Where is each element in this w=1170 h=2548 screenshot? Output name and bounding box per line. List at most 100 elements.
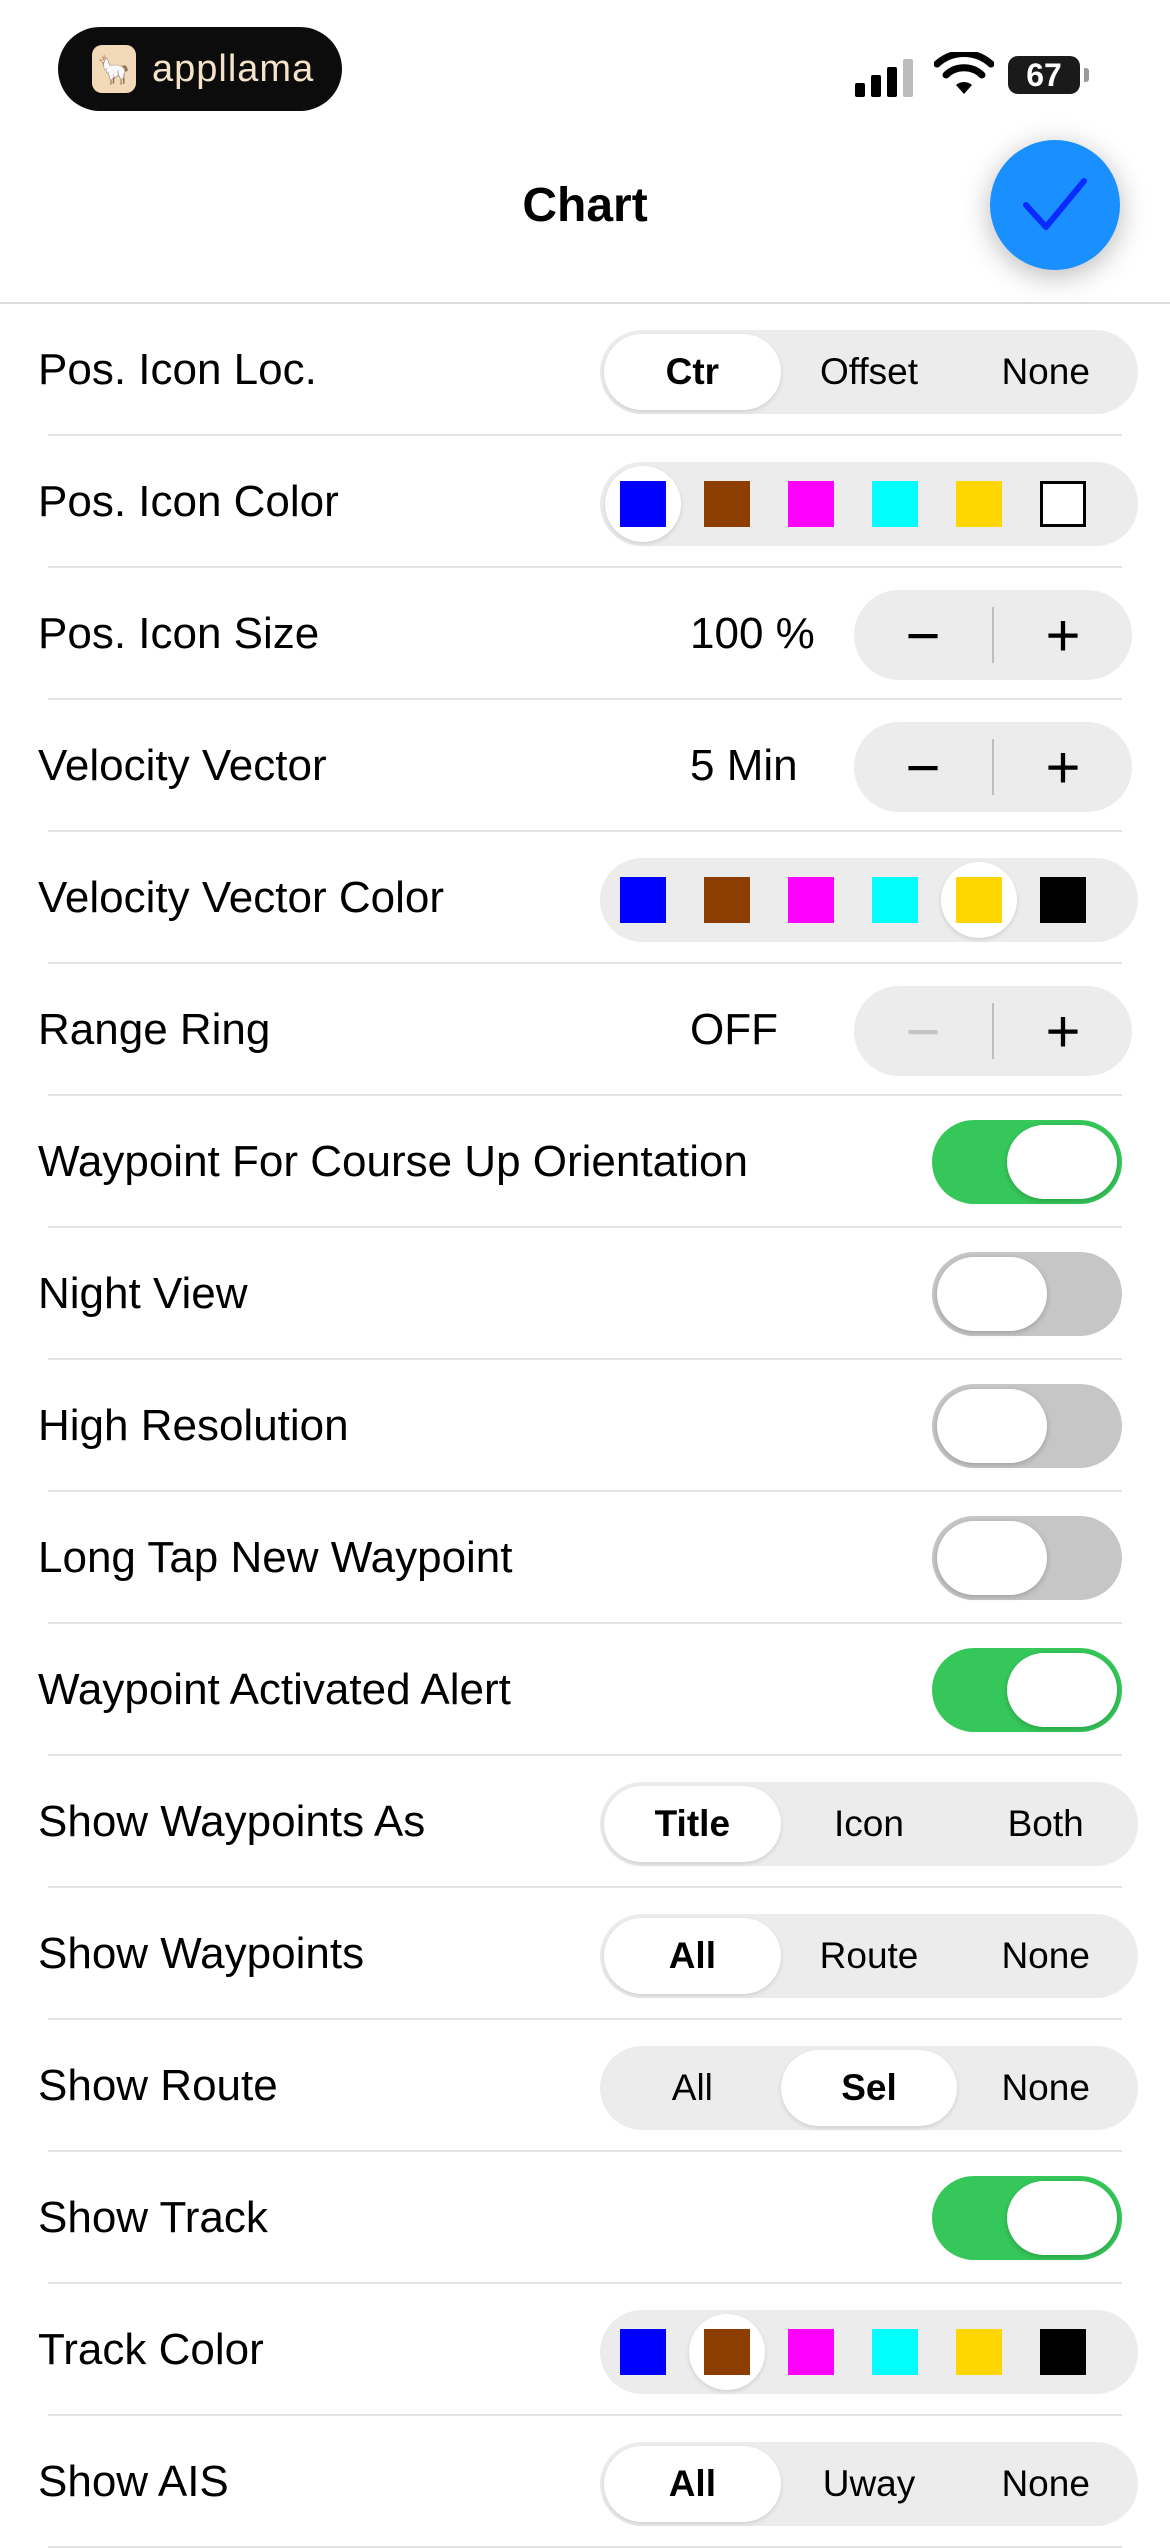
decrement-button[interactable]: −	[854, 722, 992, 812]
segment-option[interactable]: All	[604, 1918, 781, 1994]
toggle-switch[interactable]	[932, 2176, 1122, 2260]
row-show-track: Show Track	[0, 2152, 1170, 2284]
segment-option[interactable]: Both	[957, 1786, 1134, 1862]
app-badge: 🦙 appllama	[58, 27, 342, 111]
segmented-control[interactable]: All Uway None	[600, 2442, 1138, 2526]
color-swatch-white[interactable]	[1025, 466, 1101, 542]
color-swatch-magenta[interactable]	[773, 466, 849, 542]
llama-icon: 🦙	[92, 45, 136, 93]
color-swatch-blue[interactable]	[605, 466, 681, 542]
row-label: Show Waypoints As	[38, 1797, 426, 1846]
increment-button[interactable]: +	[994, 986, 1132, 1076]
stepper: − +	[854, 590, 1132, 680]
toggle-switch[interactable]	[932, 1384, 1122, 1468]
swatch-fill	[704, 877, 750, 923]
color-swatch-yellow[interactable]	[941, 466, 1017, 542]
color-swatch-yellow[interactable]	[941, 862, 1017, 938]
segment-option[interactable]: None	[957, 2050, 1134, 2126]
color-swatch-black[interactable]	[1025, 862, 1101, 938]
segment-option[interactable]: Sel	[780, 2050, 958, 2126]
segmented-control[interactable]: All Route None	[600, 1914, 1138, 1998]
segmented-control[interactable]: All Sel None	[600, 2046, 1138, 2130]
row-night-view: Night View	[0, 1228, 1170, 1360]
color-picker[interactable]	[600, 858, 1138, 942]
color-swatch-brown[interactable]	[689, 862, 765, 938]
row-label: Long Tap New Waypoint	[38, 1533, 513, 1582]
color-picker[interactable]	[600, 462, 1138, 546]
color-swatch-blue[interactable]	[605, 2314, 681, 2390]
battery-tip	[1084, 68, 1089, 82]
color-swatch-magenta[interactable]	[773, 2314, 849, 2390]
toggle-knob	[1007, 1125, 1117, 1199]
segment-option[interactable]: Route	[781, 1918, 958, 1994]
row-waypoint-activated-alert: Waypoint Activated Alert	[0, 1624, 1170, 1756]
color-swatch-cyan[interactable]	[857, 862, 933, 938]
segment-option[interactable]: Title	[604, 1786, 781, 1862]
row-long-tap-new-waypoint: Long Tap New Waypoint	[0, 1492, 1170, 1624]
status-bar: 🦙 appllama 67	[0, 0, 1170, 130]
toggle-knob	[937, 1521, 1047, 1595]
color-swatch-black[interactable]	[1025, 2314, 1101, 2390]
row-label: Range Ring	[38, 1005, 271, 1054]
row-label: Pos. Icon Loc.	[38, 345, 317, 394]
toggle-switch[interactable]	[932, 1252, 1122, 1336]
swatch-fill	[788, 877, 834, 923]
row-velocity-vector: Velocity Vector 5 Min − +	[0, 700, 1170, 832]
row-label: High Resolution	[38, 1401, 349, 1450]
row-track-color: Track Color	[0, 2284, 1170, 2416]
color-swatch-yellow[interactable]	[941, 2314, 1017, 2390]
battery-indicator: 67	[1008, 56, 1089, 94]
segment-option[interactable]: Offset	[781, 334, 958, 410]
toggle-switch[interactable]	[932, 1120, 1122, 1204]
row-waypoint-course-up: Waypoint For Course Up Orientation	[0, 1096, 1170, 1228]
row-label: Waypoint Activated Alert	[38, 1665, 511, 1714]
row-pos-icon-size: Pos. Icon Size 100 % − +	[0, 568, 1170, 700]
swatch-fill	[620, 481, 666, 527]
stepper: − +	[854, 722, 1132, 812]
row-label: Show Waypoints	[38, 1929, 365, 1978]
color-swatch-magenta[interactable]	[773, 862, 849, 938]
app-badge-text: appllama	[152, 47, 315, 90]
row-show-ais: Show AIS All Uway None	[0, 2416, 1170, 2548]
swatch-fill	[1040, 2329, 1086, 2375]
color-swatch-brown[interactable]	[689, 2314, 765, 2390]
row-label: Show AIS	[38, 2457, 229, 2506]
swatch-fill	[788, 481, 834, 527]
increment-button[interactable]: +	[994, 722, 1132, 812]
segmented-control[interactable]: Ctr Offset None	[600, 330, 1138, 414]
toggle-knob	[1007, 1653, 1117, 1727]
segment-option[interactable]: Ctr	[604, 334, 781, 410]
segment-option[interactable]: None	[957, 334, 1134, 410]
increment-button[interactable]: +	[994, 590, 1132, 680]
segment-option[interactable]: All	[604, 2050, 781, 2126]
toggle-switch[interactable]	[932, 1516, 1122, 1600]
swatch-fill	[620, 877, 666, 923]
toggle-switch[interactable]	[932, 1648, 1122, 1732]
segmented-control[interactable]: Title Icon Both	[600, 1782, 1138, 1866]
swatch-fill	[704, 2329, 750, 2375]
cellular-signal-icon	[855, 57, 913, 97]
swatch-fill	[1040, 877, 1086, 923]
segment-option[interactable]: Icon	[781, 1786, 958, 1862]
segment-option[interactable]: All	[604, 2446, 781, 2522]
segment-option[interactable]: Uway	[781, 2446, 958, 2522]
swatch-fill	[1040, 481, 1086, 527]
color-swatch-cyan[interactable]	[857, 466, 933, 542]
decrement-button[interactable]: −	[854, 986, 992, 1076]
color-swatch-cyan[interactable]	[857, 2314, 933, 2390]
decrement-button[interactable]: −	[854, 590, 992, 680]
color-picker[interactable]	[600, 2310, 1138, 2394]
row-label: Pos. Icon Color	[38, 477, 339, 526]
row-label: Waypoint For Course Up Orientation	[38, 1137, 748, 1186]
stepper-value: OFF	[690, 1005, 778, 1054]
row-label: Velocity Vector Color	[38, 873, 444, 922]
done-button[interactable]	[990, 140, 1120, 270]
row-label: Show Route	[38, 2061, 278, 2110]
segment-option[interactable]: None	[957, 2446, 1134, 2522]
color-swatch-brown[interactable]	[689, 466, 765, 542]
color-swatch-blue[interactable]	[605, 862, 681, 938]
segment-option[interactable]: None	[957, 1918, 1134, 1994]
toggle-knob	[937, 1257, 1047, 1331]
row-label: Velocity Vector	[38, 741, 327, 790]
swatch-fill	[620, 2329, 666, 2375]
